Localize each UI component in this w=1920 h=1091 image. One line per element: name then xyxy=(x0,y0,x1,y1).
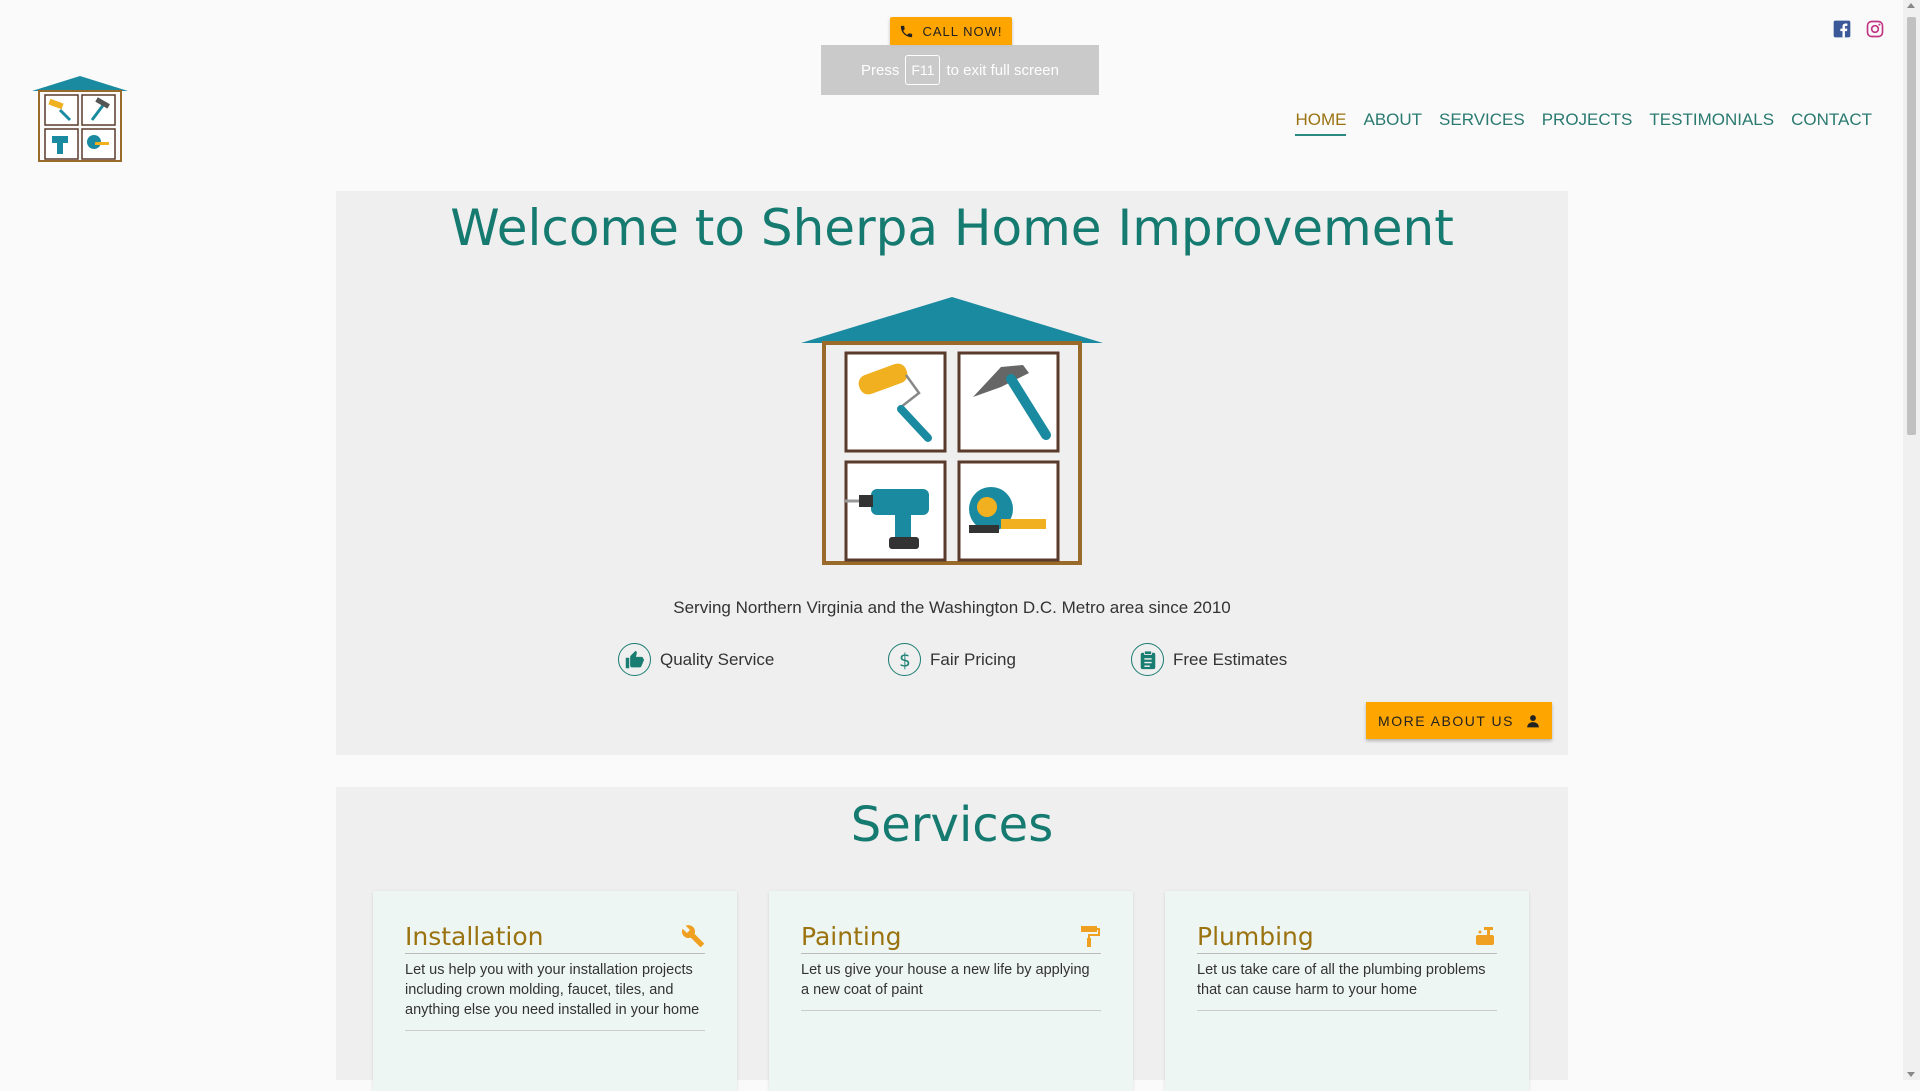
page-scrollbar[interactable] xyxy=(1903,0,1920,1080)
service-card-installation[interactable]: Installation Let us help you with your i… xyxy=(373,891,737,1091)
feature-quality: Quality Service xyxy=(618,643,774,676)
main-nav: HOME ABOUT SERVICES PROJECTS TESTIMONIAL… xyxy=(1295,110,1872,136)
welcome-section: Welcome to Sherpa Home Improvement Servi… xyxy=(336,191,1568,755)
instagram-icon[interactable] xyxy=(1865,19,1885,39)
card-title: Installation xyxy=(405,921,544,951)
phone-icon xyxy=(901,25,913,38)
fullscreen-press-text: Press xyxy=(861,61,900,79)
paint-roller-icon xyxy=(1081,926,1100,947)
card-description: Let us help you with your installation p… xyxy=(405,960,705,1031)
nav-home[interactable]: HOME xyxy=(1295,110,1347,136)
nav-contact[interactable]: CONTACT xyxy=(1791,110,1872,136)
nav-projects[interactable]: PROJECTS xyxy=(1542,110,1633,136)
welcome-tagline: Serving Northern Virginia and the Washin… xyxy=(673,598,1231,617)
service-card-plumbing[interactable]: Plumbing Let us take care of all the plu… xyxy=(1165,891,1529,1091)
card-title: Painting xyxy=(801,921,902,951)
card-description: Let us take care of all the plumbing pro… xyxy=(1197,960,1497,1011)
dollar-icon: $ xyxy=(888,643,921,676)
scroll-down-arrow[interactable] xyxy=(1907,1072,1915,1077)
nav-about[interactable]: ABOUT xyxy=(1363,110,1422,136)
scroll-up-arrow[interactable] xyxy=(1907,3,1915,8)
nav-services[interactable]: SERVICES xyxy=(1439,110,1525,136)
hero-logo-image xyxy=(801,297,1103,565)
card-title: Plumbing xyxy=(1197,921,1314,951)
clipboard-icon xyxy=(1131,643,1164,676)
feature-estimates: Free Estimates xyxy=(1131,643,1287,676)
card-header: Painting xyxy=(801,919,1101,954)
scroll-thumb[interactable] xyxy=(1907,17,1916,435)
call-now-button[interactable]: CALL NOW! xyxy=(890,17,1012,46)
welcome-title: Welcome to Sherpa Home Improvement xyxy=(450,199,1454,257)
services-title: Services xyxy=(850,797,1054,853)
fullscreen-exit-text: to exit full screen xyxy=(946,61,1059,79)
more-about-us-label: MORE ABOUT US xyxy=(1378,712,1514,729)
call-now-label: CALL NOW! xyxy=(922,24,1003,39)
feature-label: Quality Service xyxy=(660,649,775,669)
facebook-icon[interactable] xyxy=(1832,19,1852,39)
thumbs-up-icon xyxy=(618,643,651,676)
fullscreen-key: F11 xyxy=(905,55,941,85)
svg-text:$: $ xyxy=(899,650,911,671)
feature-pricing: $ Fair Pricing xyxy=(888,643,1016,676)
service-card-painting[interactable]: Painting Let us give your house a new li… xyxy=(769,891,1133,1091)
faucet-icon xyxy=(1476,927,1494,945)
nav-testimonials[interactable]: TESTIMONIALS xyxy=(1649,110,1774,136)
card-header: Installation xyxy=(405,919,705,954)
card-description: Let us give your house a new life by app… xyxy=(801,960,1101,1011)
card-header: Plumbing xyxy=(1197,919,1497,954)
more-about-us-button[interactable]: MORE ABOUT US xyxy=(1366,702,1552,739)
social-links xyxy=(1832,19,1885,39)
feature-label: Fair Pricing xyxy=(930,649,1016,669)
feature-label: Free Estimates xyxy=(1173,649,1288,669)
services-section: Services Installation Let us help you wi… xyxy=(336,787,1568,1091)
site-logo[interactable] xyxy=(32,76,128,164)
person-icon xyxy=(1527,714,1539,727)
fullscreen-notice: Press F11 to exit full screen xyxy=(821,45,1099,95)
wrench-icon xyxy=(681,925,704,947)
